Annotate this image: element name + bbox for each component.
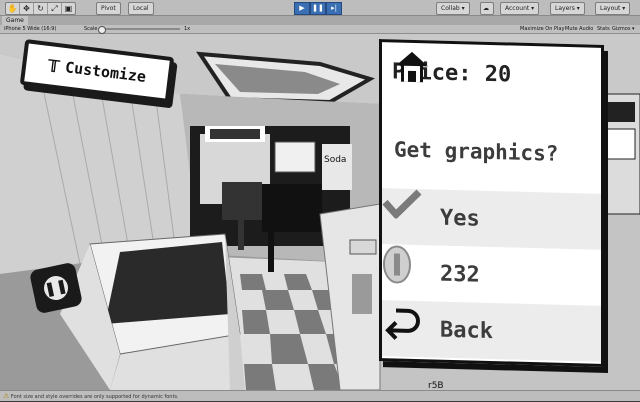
rect-tool-icon[interactable]: ▣ (62, 3, 75, 14)
collab-label: Collab ▾ (441, 5, 465, 12)
maximize-on-play-toggle[interactable]: Maximize On Play (520, 25, 564, 33)
back-arrow-icon (385, 308, 432, 349)
gizmos-dropdown[interactable]: Gizmos ▾ (612, 25, 635, 33)
coin-count: 232 (440, 261, 480, 288)
yes-button[interactable]: Yes (382, 188, 601, 250)
scale-slider-track[interactable] (102, 28, 180, 30)
coin-icon (383, 245, 432, 293)
paint-roller-icon: 𝕋 (46, 55, 61, 76)
pause-icon: ❚❚ (41, 273, 71, 303)
scale-value: 1x (184, 26, 191, 32)
back-label: Back (440, 317, 493, 344)
tab-game-label: Game (6, 17, 24, 24)
layers-label: Layers ▾ (555, 5, 580, 12)
collab-dropdown[interactable]: Collab ▾ (436, 2, 470, 15)
pivot-toggle[interactable]: Pivot (96, 2, 121, 15)
pivot-label: Pivot (101, 5, 116, 12)
game-view-toolbar: iPhone 5 Wide (16:9) Scale 1x Maximize O… (0, 25, 640, 34)
status-bar: ⚠ Font size and style overrides are only… (0, 390, 640, 401)
play-icon[interactable]: ▶ (294, 2, 310, 15)
layout-dropdown[interactable]: Layout ▾ (595, 2, 631, 15)
scale-label: Scale (84, 26, 98, 32)
move-tool-icon[interactable]: ✥ (20, 3, 34, 14)
mute-audio-toggle[interactable]: Mute Audio (565, 25, 593, 33)
price-row: Price: 20 (382, 48, 601, 100)
house-icon (396, 51, 428, 83)
soda-sign: Soda (324, 155, 346, 165)
customize-label: Customize (64, 58, 148, 86)
scale-slider-handle[interactable] (98, 26, 106, 34)
coin-balance: 232 (382, 244, 601, 306)
local-toggle[interactable]: Local (128, 2, 154, 15)
cloud-icon[interactable]: ☁ (480, 2, 494, 15)
play-controls: ▶ ❚❚ ▸| (294, 2, 342, 15)
game-view: Soda r5B 𝕋 Customize ❚❚ Price: 20 Get gr… (0, 34, 640, 390)
local-label: Local (133, 5, 149, 12)
yes-label: Yes (440, 205, 480, 232)
resolution-dropdown[interactable]: iPhone 5 Wide (16:9) (4, 25, 56, 33)
account-dropdown[interactable]: Account ▾ (500, 2, 540, 15)
tab-bar: Game (0, 16, 640, 25)
transform-tools: ✋ ✥ ↻ ⤢ ▣ (5, 2, 76, 15)
stats-toggle[interactable]: Stats (597, 25, 610, 33)
purchase-question: Get graphics? (394, 137, 559, 166)
checkmark-icon (382, 189, 432, 237)
floor-label: r5B (428, 381, 444, 390)
layers-dropdown[interactable]: Layers ▾ (550, 2, 585, 15)
pause-button[interactable]: ❚❚ (28, 261, 84, 315)
account-label: Account ▾ (505, 5, 535, 12)
scale-tool-icon[interactable]: ⤢ (48, 3, 62, 14)
back-button[interactable]: Back (382, 300, 601, 362)
hand-tool-icon[interactable]: ✋ (6, 3, 20, 14)
layout-label: Layout ▾ (600, 5, 626, 12)
editor-toolbar: ✋ ✥ ↻ ⤢ ▣ Pivot Local ▶ ❚❚ ▸| Collab ▾ ☁… (0, 0, 640, 16)
purchase-panel: Price: 20 Get graphics? Yes 232 Back (379, 39, 604, 367)
status-message: Font size and style overrides are only s… (10, 394, 179, 400)
tab-game[interactable]: Game (2, 16, 28, 25)
step-icon[interactable]: ▸| (326, 2, 342, 15)
rotate-tool-icon[interactable]: ↻ (34, 3, 48, 14)
pause-editor-icon[interactable]: ❚❚ (310, 2, 326, 15)
